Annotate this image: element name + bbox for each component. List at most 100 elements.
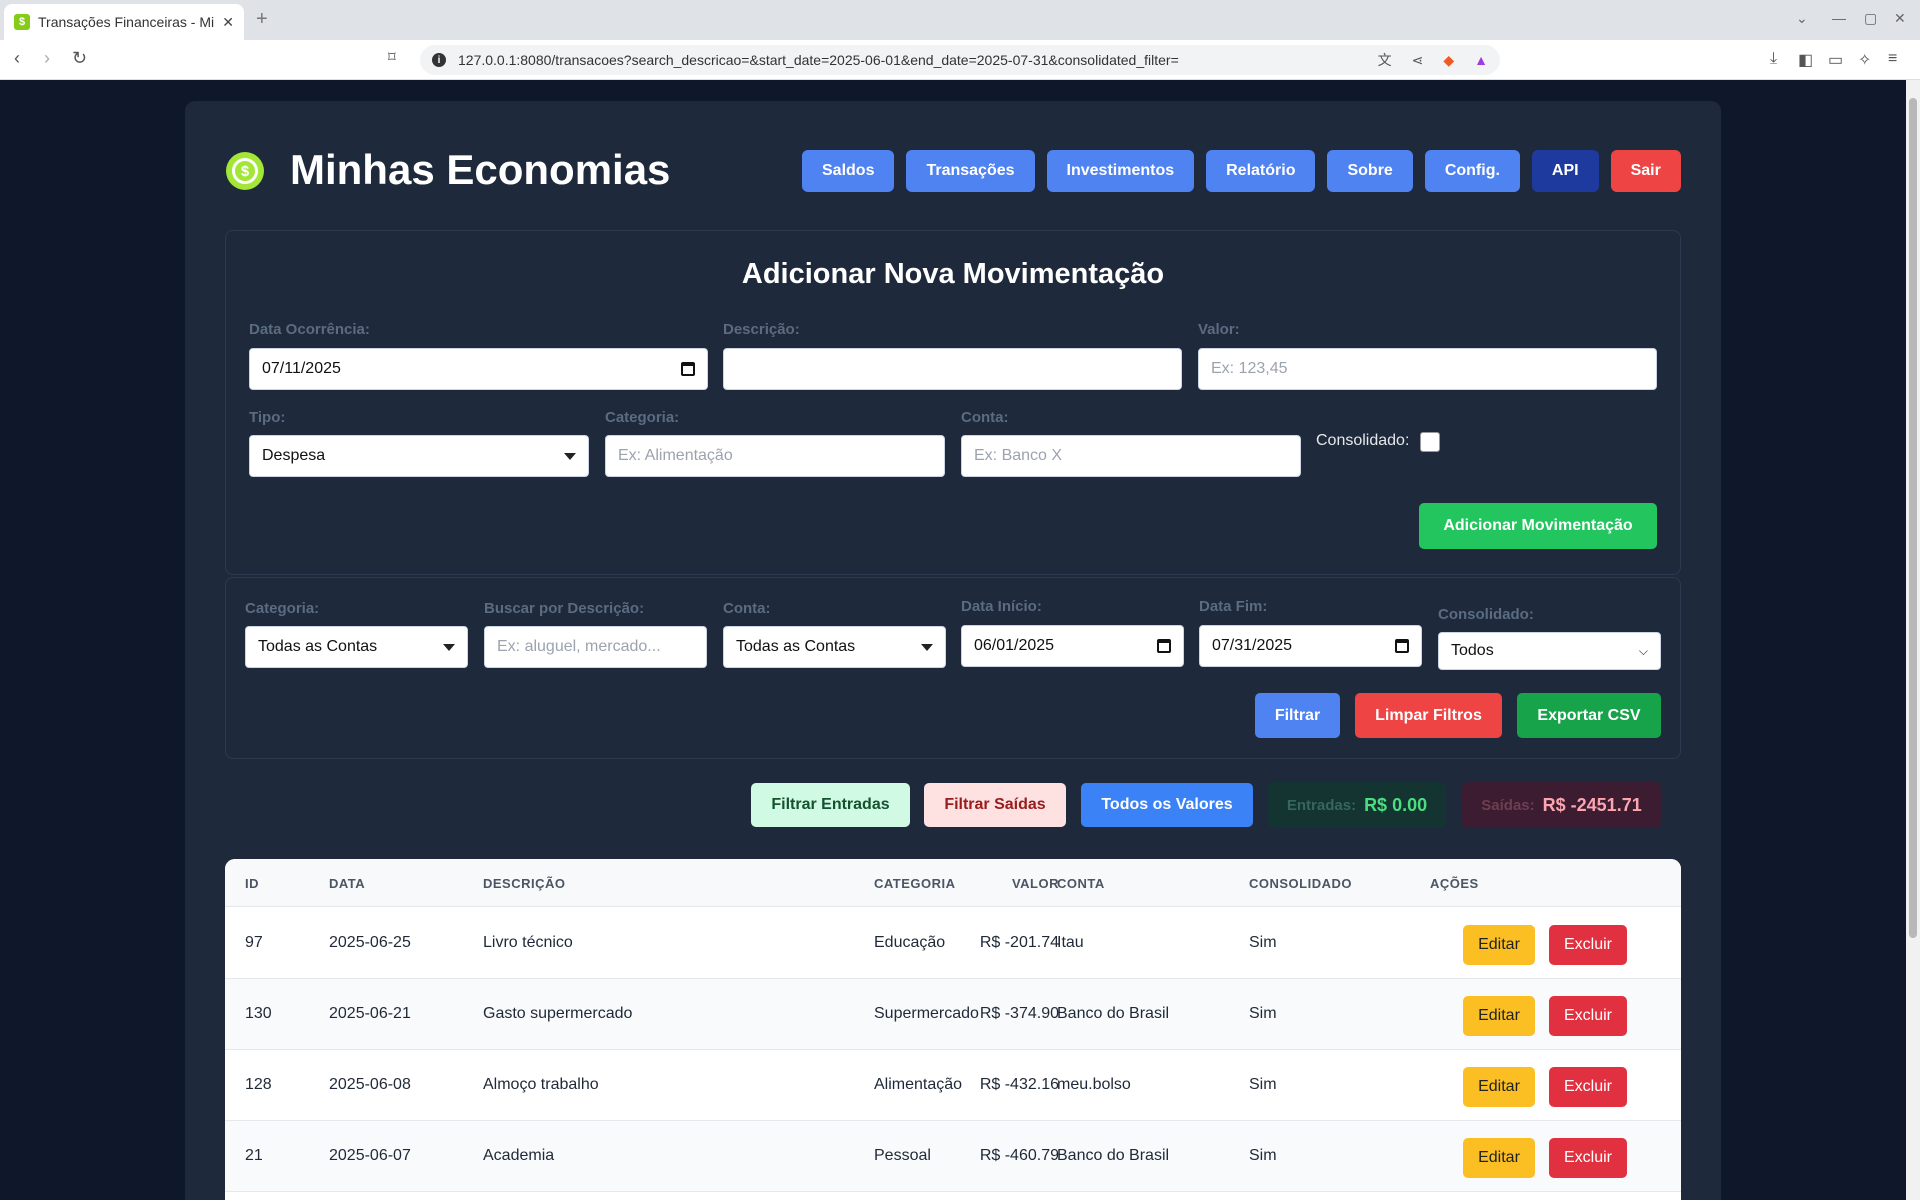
consolidado-checkbox[interactable] (1420, 432, 1440, 452)
reload-icon[interactable]: ↻ (72, 48, 87, 69)
edit-button[interactable]: Editar (1463, 1067, 1535, 1107)
delete-button[interactable]: Excluir (1549, 1138, 1627, 1178)
edit-button[interactable]: Editar (1463, 925, 1535, 965)
scrollbar-thumb[interactable] (1909, 98, 1917, 938)
share-icon[interactable]: ⋖ (1412, 52, 1424, 69)
nav-api-button[interactable]: API (1531, 150, 1599, 192)
new-tab-icon[interactable]: + (256, 8, 268, 31)
chevron-down-icon: ⌵ (1638, 643, 1648, 658)
filtrar-saidas-button[interactable]: Filtrar Saídas (924, 783, 1066, 827)
site-info-icon[interactable]: i (432, 53, 446, 67)
data-label: Data Ocorrência: (249, 321, 370, 338)
filter-categoria-value: Todas as Contas (258, 638, 378, 655)
conta-input[interactable]: Ex: Banco X (961, 435, 1301, 477)
favicon-icon: $ (14, 14, 30, 30)
cell-id: 21 (245, 1147, 263, 1164)
window-close-icon[interactable]: ✕ (1894, 10, 1906, 27)
cell-categoria: Pessoal (874, 1147, 931, 1164)
cell-conta: Banco do Brasil (1057, 1147, 1170, 1164)
nav-relatorio-button[interactable]: Relatório (1206, 150, 1316, 192)
fim-input[interactable]: 07/31/2025 (1199, 625, 1422, 667)
cell-descricao: Gasto supermercado (483, 1005, 633, 1022)
table-header: ID DATA DESCRIÇÃO VALOR CATEGORIA CONTA … (225, 859, 1681, 907)
calendar-icon[interactable] (681, 362, 695, 376)
nav-investimentos-button[interactable]: Investimentos (1046, 150, 1195, 192)
col-conta-header: CONTA (1057, 876, 1105, 891)
bookmark-icon[interactable]: ⌑ (388, 48, 396, 66)
col-acoes-header: AÇÕES (1430, 876, 1479, 891)
categoria-input[interactable]: Ex: Alimentação (605, 435, 945, 477)
nav-config-button[interactable]: Config. (1424, 150, 1520, 192)
delete-button[interactable]: Excluir (1549, 1067, 1627, 1107)
browser-tab-bar: $ Transações Financeiras - Mi ✕ + ⌄ — ▢ … (0, 0, 1920, 40)
filtrar-button[interactable]: Filtrar (1255, 693, 1340, 738)
translate-icon[interactable]: 文 (1378, 50, 1392, 70)
valor-input[interactable]: Ex: 123,45 (1198, 348, 1657, 390)
browser-toolbar: ‹ › ↻ ⌑ i 127.0.0.1:8080/transacoes?sear… (0, 40, 1920, 80)
download-icon[interactable]: ⤓ (1770, 50, 1777, 68)
saidas-value: R$ -2451.71 (1542, 794, 1642, 815)
fim-value: 07/31/2025 (1212, 637, 1293, 654)
cell-categoria: Alimentação (874, 1076, 963, 1093)
cell-id: 130 (245, 1005, 272, 1022)
cell-descricao: Almoço trabalho (483, 1076, 599, 1093)
nav-sair-button[interactable]: Sair (1610, 150, 1681, 192)
limpar-filtros-button[interactable]: Limpar Filtros (1355, 693, 1502, 738)
busca-label: Buscar por Descrição: (484, 600, 645, 617)
cell-conta: Banco do Brasil (1057, 1005, 1170, 1022)
conta-placeholder: Ex: Banco X (974, 447, 1063, 464)
filter-conta-select[interactable]: Todas as Contas (723, 626, 946, 668)
descricao-input[interactable] (723, 348, 1182, 390)
filter-consolidado-select[interactable]: Todos ⌵ (1438, 632, 1661, 670)
cell-data: 2025-06-08 (329, 1076, 411, 1093)
table-row: 21 2025-06-07 Academia R$ -460.79 Pessoa… (225, 1121, 1681, 1192)
edit-button[interactable]: Editar (1463, 996, 1535, 1036)
cell-data: 2025-06-07 (329, 1147, 411, 1164)
table-row: 128 2025-06-08 Almoço trabalho R$ -432.1… (225, 1050, 1681, 1121)
inicio-input[interactable]: 06/01/2025 (961, 625, 1184, 667)
filtrar-entradas-button[interactable]: Filtrar Entradas (751, 783, 910, 827)
filter-consolidado-label: Consolidado: (1438, 606, 1534, 623)
calendar-icon[interactable] (1157, 639, 1171, 653)
col-categoria-header: CATEGORIA (874, 876, 956, 891)
valor-label: Valor: (1198, 321, 1240, 338)
consolidado-label: Consolidado: (1316, 432, 1410, 449)
busca-placeholder: Ex: aluguel, mercado... (497, 638, 661, 655)
menu-icon[interactable]: ≡ (1888, 50, 1897, 68)
filter-categoria-select[interactable]: Todas as Contas (245, 626, 468, 668)
nav-sobre-button[interactable]: Sobre (1327, 150, 1413, 192)
nav-saldos-button[interactable]: Saldos (802, 150, 895, 192)
sidebar-icon[interactable]: ◧ (1798, 50, 1813, 70)
data-value: 07/11/2025 (262, 360, 341, 377)
busca-input[interactable]: Ex: aluguel, mercado... (484, 626, 707, 668)
rewards-icon[interactable]: ▲ (1474, 52, 1488, 68)
col-descricao-header: DESCRIÇÃO (483, 876, 566, 891)
add-movimentacao-button[interactable]: Adicionar Movimentação (1419, 503, 1657, 549)
delete-button[interactable]: Excluir (1549, 925, 1627, 965)
tab-search-icon[interactable]: ⌄ (1796, 10, 1808, 27)
leo-icon[interactable]: ✧ (1858, 50, 1871, 70)
calendar-icon[interactable] (1395, 639, 1409, 653)
nav-transacoes-button[interactable]: Transações (906, 150, 1035, 192)
brave-shield-icon[interactable]: ◆ (1443, 52, 1454, 69)
browser-tab[interactable]: $ Transações Financeiras - Mi ✕ (4, 4, 244, 40)
cell-valor: R$ -460.79 (979, 1147, 1059, 1164)
maximize-icon[interactable]: ▢ (1864, 10, 1877, 27)
page-scrollbar[interactable] (1906, 80, 1920, 1200)
data-input[interactable]: 07/11/2025 (249, 348, 708, 390)
edit-button[interactable]: Editar (1463, 1138, 1535, 1178)
todos-valores-button[interactable]: Todos os Valores (1081, 783, 1253, 827)
categoria-placeholder: Ex: Alimentação (618, 447, 733, 464)
address-bar[interactable]: i 127.0.0.1:8080/transacoes?search_descr… (420, 45, 1500, 75)
tipo-select[interactable]: Despesa (249, 435, 589, 477)
exportar-csv-button[interactable]: Exportar CSV (1517, 693, 1661, 738)
minimize-icon[interactable]: — (1832, 10, 1846, 26)
forward-icon[interactable]: › (44, 48, 50, 69)
wallet-icon[interactable]: ▭ (1828, 50, 1843, 70)
cell-id: 128 (245, 1076, 272, 1093)
back-icon[interactable]: ‹ (14, 48, 20, 69)
tab-close-icon[interactable]: ✕ (222, 14, 234, 31)
delete-button[interactable]: Excluir (1549, 996, 1627, 1036)
cell-consolidado: Sim (1249, 1076, 1277, 1093)
categoria-label: Categoria: (605, 409, 680, 426)
